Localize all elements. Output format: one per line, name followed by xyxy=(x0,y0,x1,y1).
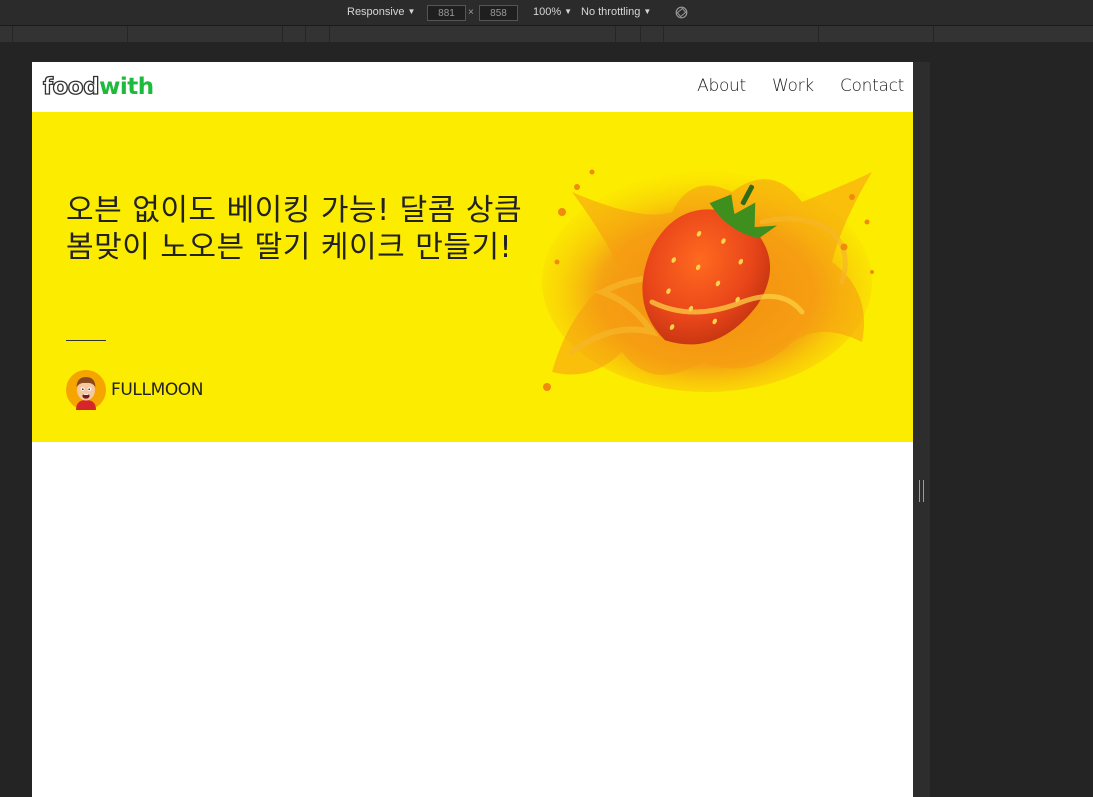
strawberry-splash-illustration xyxy=(542,169,874,392)
logo-food: food xyxy=(42,73,100,100)
nav-contact[interactable]: Contact xyxy=(840,76,904,96)
viewport-resize-handle[interactable] xyxy=(919,480,924,502)
logo-with: with xyxy=(99,74,154,100)
avatar xyxy=(66,370,106,410)
rotate-icon[interactable] xyxy=(675,6,688,19)
device-mode-label: Responsive xyxy=(347,6,405,18)
devtools-toolbar: Responsive ▼ 881 × 858 100% ▼ No throttlin… xyxy=(0,0,1093,26)
nav-work[interactable]: Work xyxy=(772,76,814,96)
hero-banner: 오븐 없이도 베이킹 가능! 달콤 상큼 봄맞이 노오븐 딸기 케이크 만들기!… xyxy=(32,112,913,442)
dimension-separator: × xyxy=(468,7,474,18)
viewport-width-input[interactable]: 881 xyxy=(427,5,466,21)
zoom-dropdown[interactable]: 100% ▼ xyxy=(533,6,572,18)
device-mode-dropdown[interactable]: Responsive ▼ xyxy=(347,6,415,18)
chevron-down-icon: ▼ xyxy=(643,7,652,16)
chevron-down-icon: ▼ xyxy=(407,7,416,16)
media-query-bar xyxy=(0,26,1093,42)
main-nav: About Work Contact xyxy=(676,76,904,96)
throttling-label: No throttling xyxy=(581,6,641,18)
hero-title: 오븐 없이도 베이킹 가능! 달콤 상큼 봄맞이 노오븐 딸기 케이크 만들기! xyxy=(66,193,523,265)
site-logo[interactable]: foodwith xyxy=(42,73,154,100)
site-header: foodwith About Work Contact xyxy=(32,62,913,112)
viewport-side-panel xyxy=(913,62,930,797)
throttling-dropdown[interactable]: No throttling ▼ xyxy=(581,6,651,18)
chevron-down-icon: ▼ xyxy=(564,7,573,16)
author-name: FULLMOON xyxy=(111,380,204,400)
divider xyxy=(66,340,106,341)
nav-about[interactable]: About xyxy=(697,76,746,96)
device-viewport: foodwith About Work Contact 오븐 없이도 베이킹 가… xyxy=(32,62,913,797)
viewport-height-input[interactable]: 858 xyxy=(479,5,518,21)
zoom-label: 100% xyxy=(533,6,562,18)
